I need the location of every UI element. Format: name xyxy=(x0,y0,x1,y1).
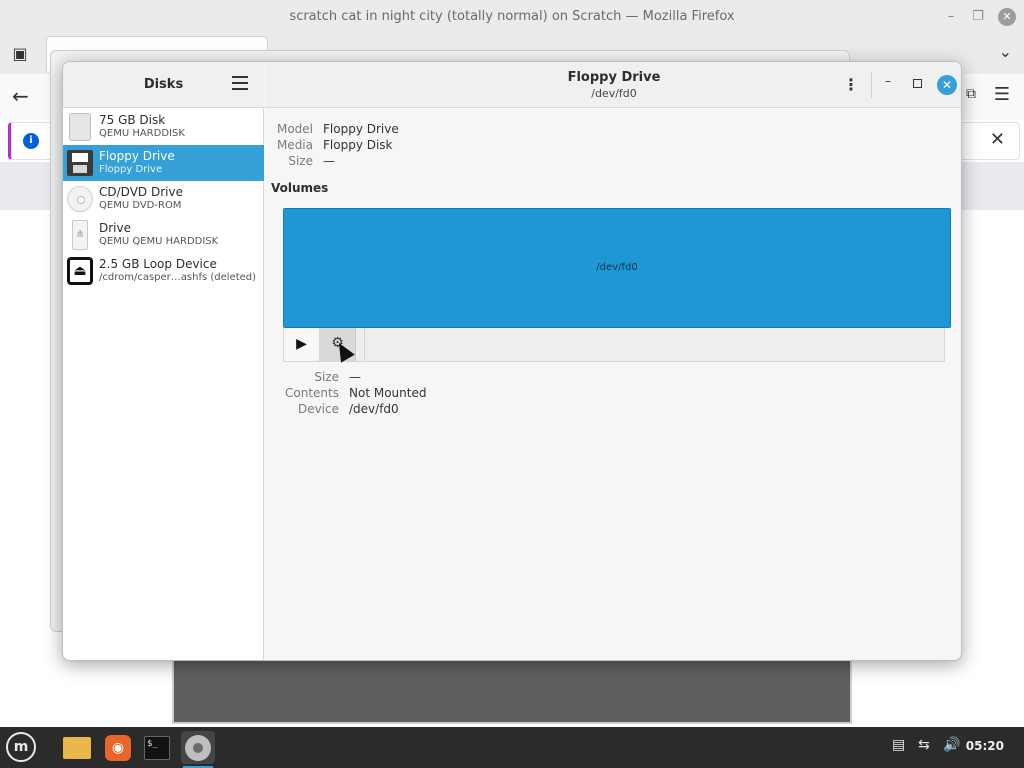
firefox-icon: ◉ xyxy=(105,734,131,761)
minimize-icon[interactable]: – xyxy=(885,74,891,88)
extensions-icon[interactable]: ⧉ xyxy=(966,86,976,102)
media-value: Floppy Disk xyxy=(323,138,393,152)
disk-item-drive[interactable]: ⋔ Drive QEMU QEMU HARDDISK xyxy=(63,217,264,253)
media-row: Media Floppy Disk xyxy=(271,137,393,153)
notes-icon[interactable]: ▤ xyxy=(892,737,905,753)
folder-icon xyxy=(63,736,91,759)
hdd-icon xyxy=(69,113,91,141)
disks-icon xyxy=(185,734,211,761)
maximize-icon[interactable] xyxy=(913,79,922,88)
size-row: Size — xyxy=(271,153,335,169)
info-icon: i xyxy=(23,133,39,149)
chevron-down-icon[interactable]: ⌄ xyxy=(999,42,1012,61)
clock[interactable]: 05:20 xyxy=(966,739,1004,753)
disk-subtitle: /cdrom/casper…ashfs (deleted) xyxy=(99,272,257,283)
close-icon[interactable]: ✕ xyxy=(937,75,957,95)
volume-size-value: — xyxy=(349,370,361,384)
page-gray-panel xyxy=(172,650,852,724)
toolbar-spacer xyxy=(364,328,944,361)
close-icon[interactable]: ✕ xyxy=(990,129,1005,150)
volume-device-value: /dev/fd0 xyxy=(349,402,399,416)
size-label: Size xyxy=(288,154,313,168)
disk-item-cd-dvd[interactable]: CD/DVD Drive QEMU DVD-ROM xyxy=(63,181,264,217)
floppy-icon xyxy=(67,150,93,176)
firefox-titlebar: scratch cat in night city (totally norma… xyxy=(0,0,1024,34)
mount-play-icon[interactable]: ▶ xyxy=(284,328,320,361)
sidebar-header: Disks xyxy=(63,62,264,108)
disk-name: 75 GB Disk xyxy=(99,113,166,127)
start-menu-icon[interactable]: m xyxy=(6,732,36,762)
model-label: Model xyxy=(276,122,313,136)
disk-subtitle: QEMU QEMU HARDDISK xyxy=(99,236,219,247)
minimize-icon[interactable]: – xyxy=(942,8,960,26)
volume-device-label: Device xyxy=(297,402,339,416)
network-icon[interactable]: ⇆ xyxy=(918,737,930,753)
hamburger-menu-icon[interactable]: ☰ xyxy=(994,84,1010,105)
disk-item-floppy[interactable]: Floppy Drive Floppy Drive xyxy=(63,145,264,181)
disk-item-75gb[interactable]: 75 GB Disk QEMU HARDDISK xyxy=(63,109,264,145)
volume-size-label: Size xyxy=(314,370,339,384)
volume-contents-value: Not Mounted xyxy=(349,386,427,400)
tab-overview-icon[interactable]: ▣ xyxy=(10,44,30,64)
model-row: Model Floppy Drive xyxy=(271,121,399,137)
firefox-title: scratch cat in night city (totally norma… xyxy=(289,9,735,24)
eject-icon: ⏏ xyxy=(67,257,93,285)
taskbar-disks[interactable] xyxy=(181,731,215,768)
model-value: Floppy Drive xyxy=(323,122,399,136)
terminal-icon: $_ xyxy=(144,735,170,760)
disk-name: Drive xyxy=(99,221,131,235)
cd-icon xyxy=(67,186,93,212)
disk-subtitle: QEMU DVD-ROM xyxy=(99,200,182,211)
close-icon[interactable]: ✕ xyxy=(998,8,1016,26)
usb-drive-icon: ⋔ xyxy=(72,220,88,250)
disks-window: Disks 75 GB Disk QEMU HARDDISK Floppy Dr… xyxy=(62,61,962,661)
taskbar-files[interactable] xyxy=(60,731,94,764)
volume-icon[interactable]: 🔊 xyxy=(943,737,960,753)
header-divider xyxy=(871,72,872,98)
volume-partition-block[interactable]: /dev/fd0 xyxy=(283,208,951,328)
taskbar: m ◉ $_ ▤ ⇆ 🔊 05:20 xyxy=(0,727,1024,768)
disk-item-loop[interactable]: ⏏ 2.5 GB Loop Device /cdrom/casper…ashfs… xyxy=(63,253,264,289)
maximize-icon[interactable]: ❐ xyxy=(969,8,987,26)
taskbar-terminal[interactable]: $_ xyxy=(140,731,174,764)
size-value: — xyxy=(323,154,335,168)
disk-name: Floppy Drive xyxy=(99,149,175,163)
volume-label: /dev/fd0 xyxy=(596,262,638,273)
volume-toolbar: ▶ ⚙ xyxy=(283,328,945,362)
disk-name: CD/DVD Drive xyxy=(99,185,183,199)
hamburger-menu-icon[interactable] xyxy=(232,76,248,90)
back-arrow-icon[interactable]: ← xyxy=(12,84,29,108)
media-label: Media xyxy=(276,138,313,152)
disk-subtitle: Floppy Drive xyxy=(99,164,163,175)
disks-sidebar: Disks 75 GB Disk QEMU HARDDISK Floppy Dr… xyxy=(63,62,264,660)
disk-subtitle: QEMU HARDDISK xyxy=(99,128,185,139)
taskbar-firefox[interactable]: ◉ xyxy=(101,731,135,764)
disk-list: 75 GB Disk QEMU HARDDISK Floppy Drive Fl… xyxy=(63,109,264,289)
details-header: Floppy Drive /dev/fd0 ⋮ – ✕ xyxy=(265,62,961,108)
volume-device-row: Device /dev/fd0 xyxy=(283,401,399,417)
volume-contents-label: Contents xyxy=(285,386,339,400)
disk-name: 2.5 GB Loop Device xyxy=(99,257,217,271)
kebab-menu-icon[interactable]: ⋮ xyxy=(843,75,859,95)
volume-size-row: Size — xyxy=(283,369,361,385)
volumes-heading: Volumes xyxy=(271,181,329,195)
volume-contents-row: Contents Not Mounted xyxy=(283,385,426,401)
disk-details: Floppy Drive /dev/fd0 ⋮ – ✕ Model Floppy… xyxy=(265,62,961,660)
